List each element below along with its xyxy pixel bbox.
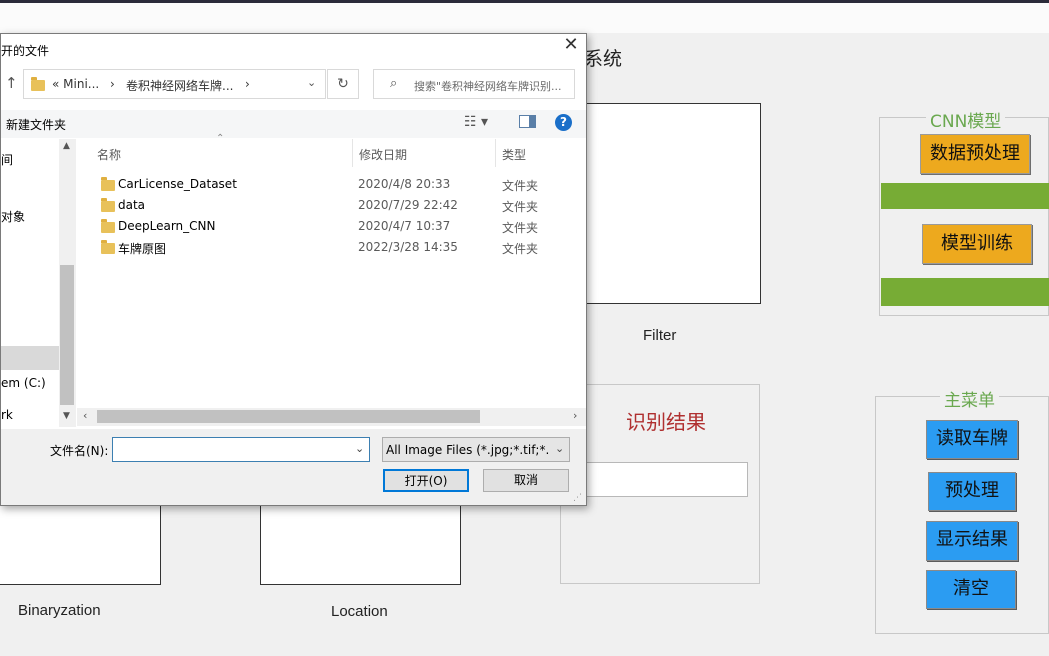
scroll-right-icon[interactable]: › [573, 409, 577, 422]
file-name[interactable]: data [118, 198, 145, 212]
nav-item[interactable]: em (C:) [1, 376, 46, 390]
result-field [586, 462, 748, 497]
file-row[interactable]: 车牌原图 2022/3/28 14:35 文件夹 [97, 237, 586, 258]
clear-button[interactable]: 清空 [926, 570, 1016, 609]
filter-image-panel [560, 103, 761, 304]
file-row[interactable]: DeepLearn_CNN 2020/4/7 10:37 文件夹 [97, 216, 586, 237]
file-type-select[interactable]: All Image Files (*.jpg;*.tif;*.pr ⌄ [382, 437, 570, 462]
location-image-panel [260, 500, 461, 585]
result-title: 识别结果 [626, 410, 706, 434]
scroll-thumb[interactable] [60, 265, 74, 405]
nav-scrollbar[interactable]: ▲ ▼ [59, 139, 76, 427]
scroll-down-icon[interactable]: ▼ [63, 411, 70, 421]
filename-input[interactable]: ⌄ [112, 437, 370, 462]
file-open-dialog: 开的文件 ✕ ↑ « Mini... › 卷积神经网络车牌... › ⌄ ↻ ⌕… [0, 33, 587, 506]
help-icon[interactable]: ? [555, 114, 572, 131]
file-type: 文件夹 [502, 221, 539, 235]
train-progress-bar [881, 278, 1049, 306]
file-name[interactable]: CarLicense_Dataset [118, 177, 237, 191]
dialog-title: 开的文件 [1, 44, 50, 58]
folder-icon [101, 198, 115, 212]
refresh-icon[interactable]: ↻ [327, 69, 359, 99]
open-button[interactable]: 打开(O) [383, 469, 469, 492]
file-row[interactable]: data 2020/7/29 22:42 文件夹 [97, 195, 586, 216]
folder-icon [101, 177, 115, 191]
dialog-toolbar [1, 110, 586, 138]
cnn-group-title: CNN模型 [926, 107, 1006, 132]
file-type: 文件夹 [502, 200, 539, 214]
filter-label: Filter [643, 327, 677, 344]
address-sep-icon: › [110, 77, 115, 91]
new-folder-button[interactable]: 新建文件夹 [6, 116, 66, 133]
cancel-button[interactable]: 取消 [483, 469, 569, 492]
file-date: 2022/3/28 14:35 [358, 240, 458, 254]
resize-grip-icon[interactable]: ⋰ [573, 493, 582, 503]
nav-item[interactable]: 间 [1, 151, 13, 168]
file-name[interactable]: DeepLearn_CNN [118, 219, 216, 233]
model-train-button[interactable]: 模型训练 [922, 224, 1032, 264]
preview-pane-icon[interactable] [519, 115, 536, 128]
view-options-icon[interactable]: ☷ ▾ [464, 114, 488, 130]
scroll-thumb[interactable] [97, 410, 480, 423]
file-name[interactable]: 车牌原图 [118, 240, 166, 257]
folder-icon [31, 77, 45, 91]
scroll-up-icon[interactable]: ▲ [63, 141, 70, 151]
chevron-down-icon[interactable]: ⌄ [555, 442, 564, 455]
data-preprocess-button[interactable]: 数据预处理 [920, 134, 1030, 174]
preprocess-button[interactable]: 预处理 [928, 472, 1016, 511]
column-divider[interactable] [352, 139, 353, 167]
read-plate-button[interactable]: 读取车牌 [926, 420, 1018, 459]
folder-icon [101, 219, 115, 233]
file-type: 文件夹 [502, 179, 539, 193]
file-date: 2020/4/7 10:37 [358, 219, 451, 233]
file-row[interactable]: CarLicense_Dataset 2020/4/8 20:33 文件夹 [97, 174, 586, 195]
nav-item[interactable]: 对象 [1, 208, 25, 225]
binary-image-panel [0, 500, 161, 585]
address-part-2[interactable]: 卷积神经网络车牌... [126, 77, 233, 94]
chevron-down-icon[interactable]: ⌄ [355, 442, 364, 455]
main-menu-title: 主菜单 [940, 386, 999, 411]
search-placeholder: 搜索"卷积神经网络车牌识别... [414, 80, 562, 93]
up-arrow-icon[interactable]: ↑ [5, 74, 18, 92]
column-date[interactable]: 修改日期 [359, 146, 407, 163]
preprocess-progress-bar [881, 183, 1049, 209]
address-part-1[interactable]: « Mini... [52, 77, 99, 91]
search-input[interactable]: ⌕ 搜索"卷积神经网络车牌识别... [373, 69, 575, 99]
sort-caret-icon: ⌃ [216, 133, 225, 144]
column-type[interactable]: 类型 [502, 146, 526, 163]
address-sep-icon: › [245, 77, 250, 91]
scroll-left-icon[interactable]: ‹ [83, 409, 87, 422]
app-title-fragment: 系统 [584, 48, 623, 70]
chevron-down-icon[interactable]: ⌄ [307, 76, 316, 89]
close-icon[interactable]: ✕ [563, 36, 579, 54]
location-label: Location [331, 603, 388, 620]
address-bar[interactable]: « Mini... › 卷积神经网络车牌... › ⌄ [23, 69, 326, 99]
app-toolbar-area [0, 3, 1049, 33]
file-type: 文件夹 [502, 242, 539, 256]
file-type-value[interactable]: All Image Files (*.jpg;*.tif;*.pr [386, 443, 550, 457]
folder-icon [101, 240, 115, 254]
show-result-button[interactable]: 显示结果 [926, 521, 1018, 561]
file-date: 2020/7/29 22:42 [358, 198, 458, 212]
binary-label: Binaryzation [18, 602, 101, 619]
file-date: 2020/4/8 20:33 [358, 177, 451, 191]
search-icon: ⌕ [390, 76, 398, 91]
nav-item[interactable]: rk [1, 408, 13, 422]
column-name[interactable]: 名称 [97, 146, 121, 163]
column-divider[interactable] [495, 139, 496, 167]
horizontal-scrollbar[interactable]: ‹ › [77, 408, 586, 426]
nav-item-selected[interactable] [1, 346, 59, 370]
filename-label: 文件名(N): [50, 444, 109, 458]
